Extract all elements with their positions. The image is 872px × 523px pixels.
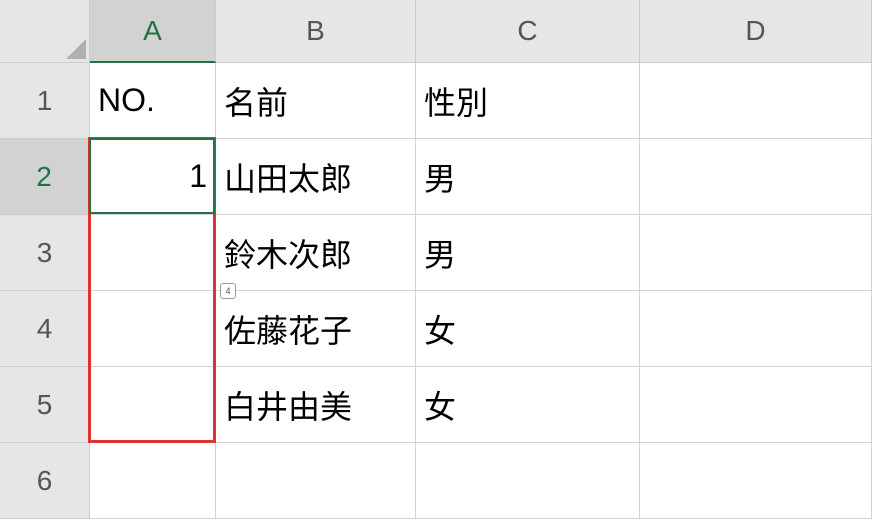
cell-A1[interactable]: NO.: [90, 63, 216, 139]
cell-D6[interactable]: [640, 443, 872, 519]
column-header-A[interactable]: A: [90, 0, 216, 63]
row-header-5[interactable]: 5: [0, 367, 90, 443]
cell-A5[interactable]: [90, 367, 216, 443]
cell-C1[interactable]: 性別: [416, 63, 640, 139]
smart-tag-label: 4: [225, 286, 230, 296]
cell-A4[interactable]: [90, 291, 216, 367]
cells-area: NO.名前性別 1山田太郎男鈴木次郎男佐藤花子女白井由美女: [90, 63, 872, 519]
cell-D3[interactable]: [640, 215, 872, 291]
cell-C6[interactable]: [416, 443, 640, 519]
cell-C5[interactable]: 女: [416, 367, 640, 443]
column-header-C[interactable]: C: [416, 0, 640, 63]
select-all-corner[interactable]: [0, 0, 90, 63]
row-header-6[interactable]: 6: [0, 443, 90, 519]
cell-C2[interactable]: 男: [416, 139, 640, 215]
smart-tag-icon[interactable]: 4: [220, 283, 236, 299]
cell-D2[interactable]: [640, 139, 872, 215]
cell-A6[interactable]: [90, 443, 216, 519]
cell-A3[interactable]: [90, 215, 216, 291]
row-headers: 123456: [0, 63, 90, 519]
cell-D5[interactable]: [640, 367, 872, 443]
cell-D1[interactable]: [640, 63, 872, 139]
row-header-3[interactable]: 3: [0, 215, 90, 291]
cell-C4[interactable]: 女: [416, 291, 640, 367]
cell-B2[interactable]: 山田太郎: [216, 139, 416, 215]
row-header-1[interactable]: 1: [0, 63, 90, 139]
cell-D4[interactable]: [640, 291, 872, 367]
row-header-4[interactable]: 4: [0, 291, 90, 367]
cell-C3[interactable]: 男: [416, 215, 640, 291]
spreadsheet-grid: ABCD 123456 NO.名前性別1山田太郎男鈴木次郎男佐藤花子女白井由美女…: [0, 0, 872, 523]
cell-B6[interactable]: [216, 443, 416, 519]
cell-B3[interactable]: 鈴木次郎: [216, 215, 416, 291]
column-header-B[interactable]: B: [216, 0, 416, 63]
cell-A2[interactable]: 1: [90, 139, 216, 215]
row-header-2[interactable]: 2: [0, 139, 90, 215]
column-headers: ABCD: [90, 0, 872, 63]
column-header-D[interactable]: D: [640, 0, 872, 63]
cell-B5[interactable]: 白井由美: [216, 367, 416, 443]
cell-B1[interactable]: 名前: [216, 63, 416, 139]
cell-B4[interactable]: 佐藤花子: [216, 291, 416, 367]
